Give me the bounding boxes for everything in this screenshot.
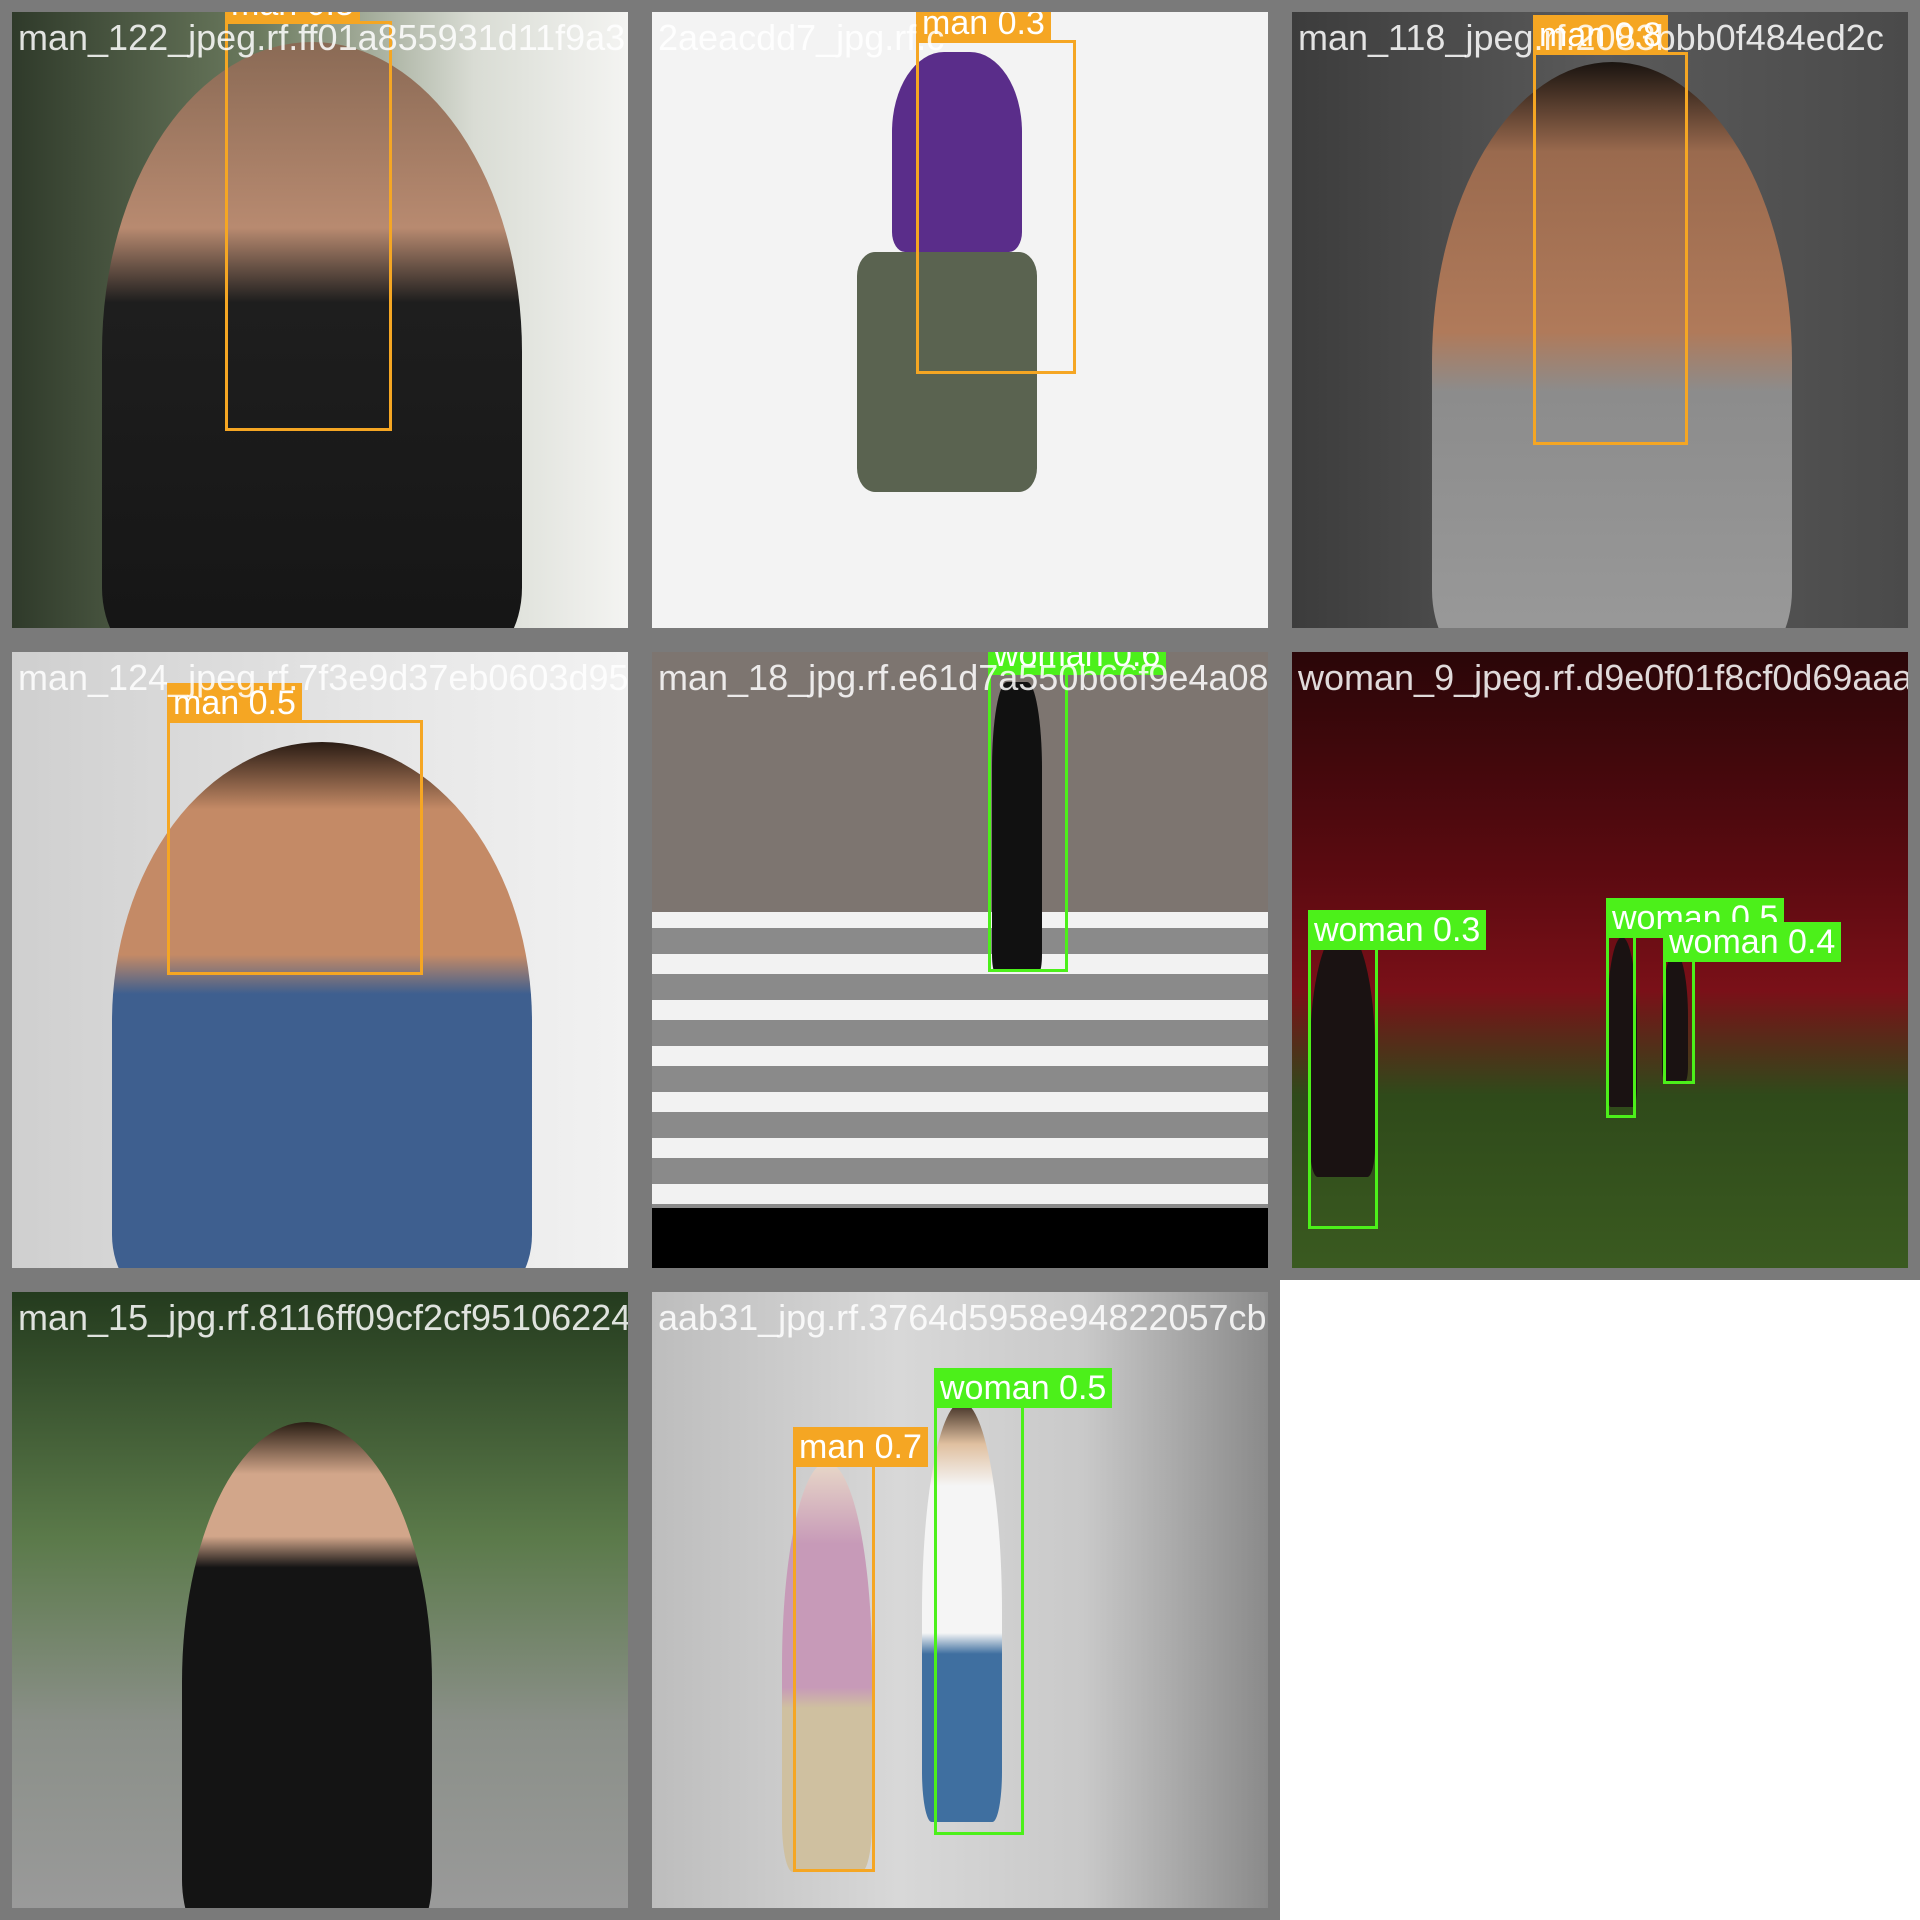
image-tile: woman_9_jpeg.rf.d9e0f01f8cf0d69aaa woman… bbox=[1280, 640, 1920, 1280]
image-tile: man_15_jpg.rf.8116ff09cf2cf95106224 bbox=[0, 1280, 640, 1920]
image-filename: woman_9_jpeg.rf.d9e0f01f8cf0d69aaa bbox=[1298, 657, 1913, 698]
detection-label: woman 0.3 bbox=[1308, 910, 1487, 950]
image-filename: man_118_jpeg.rf.2083bbb0f484ed2c bbox=[1298, 17, 1884, 58]
image-filename: man_122_jpeg.rf.ff01a855931d11f9a3 bbox=[18, 17, 626, 58]
detection-box: woman 0.6 bbox=[988, 652, 1167, 972]
detection-label: woman 0.4 bbox=[1663, 922, 1842, 962]
detection-box: man 0.5 bbox=[167, 683, 423, 975]
image-filename: 2aeacdd7_jpg.rf.c bbox=[658, 17, 945, 58]
image-filename: man_124_jpeg.rf.7f3e9d37eb0603d95 bbox=[18, 657, 629, 698]
detection-box: man 0.8 bbox=[1533, 15, 1688, 445]
image-filename: man_18_jpg.rf.e61d7a550b66f9e4a08 bbox=[658, 657, 1269, 698]
image-filename: man_15_jpg.rf.8116ff09cf2cf95106224 bbox=[18, 1297, 632, 1338]
detection-box: man 0.7 bbox=[793, 1427, 928, 1872]
detection-box: man 0.3 bbox=[916, 12, 1076, 374]
image-tile: man_122_jpeg.rf.ff01a855931d11f9a3 man 0… bbox=[0, 0, 640, 640]
photo bbox=[12, 1292, 628, 1908]
image-tile: man_118_jpeg.rf.2083bbb0f484ed2c man 0.8 bbox=[1280, 0, 1920, 640]
detection-box: woman 0.5 bbox=[934, 1368, 1113, 1835]
image-tile: man_18_jpg.rf.e61d7a550b66f9e4a08 woman … bbox=[640, 640, 1280, 1280]
image-tile: aab31_jpg.rf.3764d5958e94822057cb8762bb3… bbox=[640, 1280, 1280, 1920]
detection-label: man 0.7 bbox=[793, 1427, 928, 1467]
detection-box: woman 0.3 bbox=[1308, 910, 1487, 1229]
person-figure bbox=[182, 1422, 432, 1908]
image-tile: 2aeacdd7_jpg.rf.c man 0.3 bbox=[640, 0, 1280, 640]
detection-box: man 0.8 bbox=[225, 12, 392, 431]
photo bbox=[652, 652, 1268, 1268]
detection-box: woman 0.5 bbox=[1606, 898, 1785, 1118]
detection-box: woman 0.4 bbox=[1663, 922, 1842, 1084]
image-tile: man_124_jpeg.rf.7f3e9d37eb0603d95 man 0.… bbox=[0, 640, 640, 1280]
detection-label: woman 0.5 bbox=[934, 1368, 1113, 1408]
image-filename: aab31_jpg.rf.3764d5958e94822057cb8762bb3… bbox=[658, 1297, 1268, 1338]
watermark-band bbox=[652, 1208, 1268, 1268]
